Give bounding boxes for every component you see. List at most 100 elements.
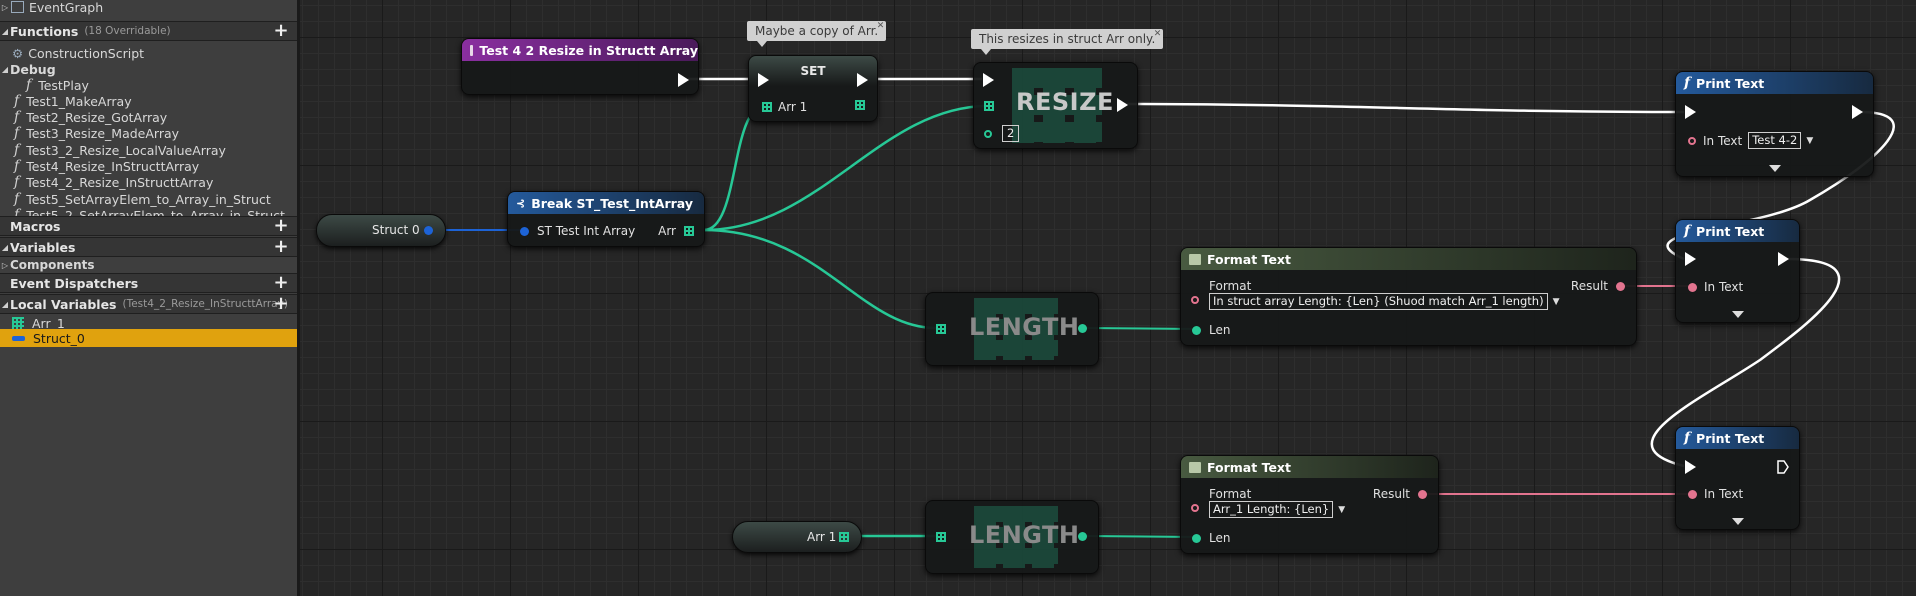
function-entry-node[interactable]: Test 4 2 Resize in Structt Array — [461, 38, 699, 95]
exec-in-pin[interactable] — [758, 73, 769, 87]
format-value-field[interactable]: Arr_1 Length: {Len} — [1209, 501, 1334, 518]
format-text-icon — [1189, 461, 1201, 473]
print-header: f Print Text — [1676, 72, 1873, 94]
array-pin-icon — [936, 532, 946, 542]
len-input-pin[interactable]: Len — [1192, 531, 1230, 545]
target-array-pin[interactable] — [936, 324, 946, 334]
format-input-pin[interactable]: Format In struct array Length: {Len} (Sh… — [1191, 279, 1560, 310]
exec-pin-icon — [1685, 252, 1696, 266]
comment-text: This resizes in struct Arr only. — [979, 32, 1156, 46]
arr1-getter-node[interactable]: Arr 1 — [732, 521, 862, 553]
dropdown-arrow-icon[interactable]: ▼ — [1806, 136, 1813, 146]
pin-label: Len — [1209, 323, 1231, 337]
pin-label: In Text — [1704, 280, 1744, 294]
struct0-getter-node[interactable]: Struct 0 — [316, 214, 446, 247]
format-text-node[interactable]: Format Text Format Arr_1 Length: {Len} ▼… — [1180, 455, 1439, 554]
in-text-value-field[interactable]: Test 4-2 — [1748, 132, 1802, 149]
comment-text: Maybe a copy of Arr. — [755, 24, 879, 38]
comment-bubble[interactable]: This resizes in struct Arr only. ✕ — [971, 29, 1164, 55]
break-icon: ⊰ — [516, 196, 526, 210]
struct-pin-icon[interactable] — [424, 226, 433, 235]
pin-label: In Text — [1703, 133, 1743, 148]
close-icon[interactable]: ✕ — [1154, 29, 1162, 39]
int-pin-icon — [1078, 532, 1087, 541]
print-text-node[interactable]: f Print Text In Text — [1675, 426, 1800, 530]
function-icon: f — [1684, 75, 1691, 91]
break-title: Break ST_Test_IntArray — [531, 195, 694, 211]
format-text-node[interactable]: Format Text Format In struct array Lengt… — [1180, 247, 1637, 346]
array-pin-icon — [984, 101, 994, 111]
resize-title: RESIZE — [1016, 88, 1114, 116]
print-title: Print Text — [1696, 223, 1765, 239]
format-input-pin[interactable]: Format Arr_1 Length: {Len} ▼ — [1191, 487, 1345, 518]
exec-pin-icon — [1778, 252, 1789, 266]
comment-bubble[interactable]: Maybe a copy of Arr. ✕ — [747, 21, 887, 47]
format-header: Format Text — [1181, 248, 1636, 270]
exec-out-pin[interactable] — [1852, 105, 1863, 119]
advanced-expand-icon[interactable] — [1731, 311, 1744, 318]
text-pin-icon — [1688, 282, 1697, 292]
exec-out-pin[interactable] — [857, 73, 868, 87]
exec-in-pin[interactable] — [1685, 105, 1696, 119]
format-text-icon — [1189, 253, 1201, 265]
exec-in-pin[interactable] — [983, 73, 994, 87]
in-text-pin[interactable]: In Text — [1688, 280, 1743, 294]
length-node[interactable]: LENGTH — [925, 500, 1099, 574]
return-value-pin[interactable] — [1078, 532, 1087, 541]
pin-label: Len — [1209, 531, 1231, 545]
exec-out-pin[interactable] — [1117, 98, 1128, 112]
exec-out-pin[interactable] — [1777, 460, 1789, 474]
close-icon[interactable]: ✕ — [877, 21, 885, 31]
exec-out-pin[interactable] — [678, 73, 689, 87]
dropdown-arrow-icon[interactable]: ▼ — [1338, 505, 1345, 515]
struct-input-pin[interactable]: ST Test Int Array — [520, 224, 635, 238]
array-pin-icon — [936, 324, 946, 334]
size-input-pin[interactable]: 2 — [984, 125, 1020, 142]
exec-wire — [1121, 102, 1685, 114]
arr-output-pin[interactable]: Arr — [658, 224, 694, 238]
exec-pin-icon — [1117, 98, 1128, 112]
array-pin-icon[interactable] — [839, 532, 849, 542]
entry-header: Test 4 2 Resize in Structt Array — [462, 39, 698, 61]
result-output-pin[interactable]: Result — [1571, 279, 1625, 293]
print-text-node[interactable]: f Print Text In Text — [1675, 219, 1800, 323]
text-pin-icon — [1688, 489, 1697, 499]
format-value-field[interactable]: In struct array Length: {Len} (Shuod mat… — [1209, 293, 1548, 310]
array-wire — [703, 228, 937, 330]
result-output-pin[interactable]: Result — [1373, 487, 1427, 501]
in-text-pin[interactable]: In Text — [1688, 487, 1743, 501]
pin-label: ST Test Int Array — [537, 224, 636, 238]
size-value-field[interactable]: 2 — [1002, 125, 1020, 142]
exec-pin-icon — [1685, 460, 1696, 474]
dropdown-arrow-icon[interactable]: ▼ — [1553, 297, 1560, 307]
length-title: LENGTH — [969, 313, 1080, 341]
int-pin-icon — [1192, 325, 1201, 335]
return-value-pin[interactable] — [1078, 324, 1087, 333]
advanced-expand-icon[interactable] — [1768, 165, 1781, 172]
array-pin-icon — [762, 102, 772, 112]
print-text-node[interactable]: f Print Text In Text Test 4-2 ▼ — [1675, 71, 1874, 177]
len-input-pin[interactable]: Len — [1192, 323, 1230, 337]
text-pin-icon — [1418, 489, 1427, 499]
arr1-input-pin[interactable]: Arr 1 — [762, 100, 807, 114]
print-title: Print Text — [1696, 430, 1765, 446]
exec-in-pin[interactable] — [1685, 252, 1696, 266]
exec-out-pin[interactable] — [1778, 252, 1789, 266]
pin-label: Format — [1209, 279, 1252, 293]
advanced-expand-icon[interactable] — [1731, 518, 1744, 525]
text-pin-icon — [1191, 503, 1199, 512]
print-header: f Print Text — [1676, 427, 1799, 449]
set-variable-node[interactable]: SET Arr 1 — [748, 55, 878, 122]
function-icon: f — [1684, 223, 1691, 239]
exec-pin-icon — [758, 73, 769, 87]
target-array-pin[interactable] — [984, 101, 994, 111]
length-node[interactable]: LENGTH — [925, 292, 1099, 366]
arr1-output-pin[interactable] — [855, 100, 865, 110]
exec-in-pin[interactable] — [1685, 460, 1696, 474]
target-array-pin[interactable] — [936, 532, 946, 542]
text-pin-icon — [1688, 136, 1696, 145]
entry-title: Test 4 2 Resize in Structt Array — [479, 42, 698, 58]
in-text-pin[interactable]: In Text Test 4-2 ▼ — [1688, 132, 1813, 149]
resize-array-node[interactable]: RESIZE 2 — [973, 62, 1138, 149]
break-struct-node[interactable]: ⊰ Break ST_Test_IntArray ST Test Int Arr… — [507, 191, 705, 247]
